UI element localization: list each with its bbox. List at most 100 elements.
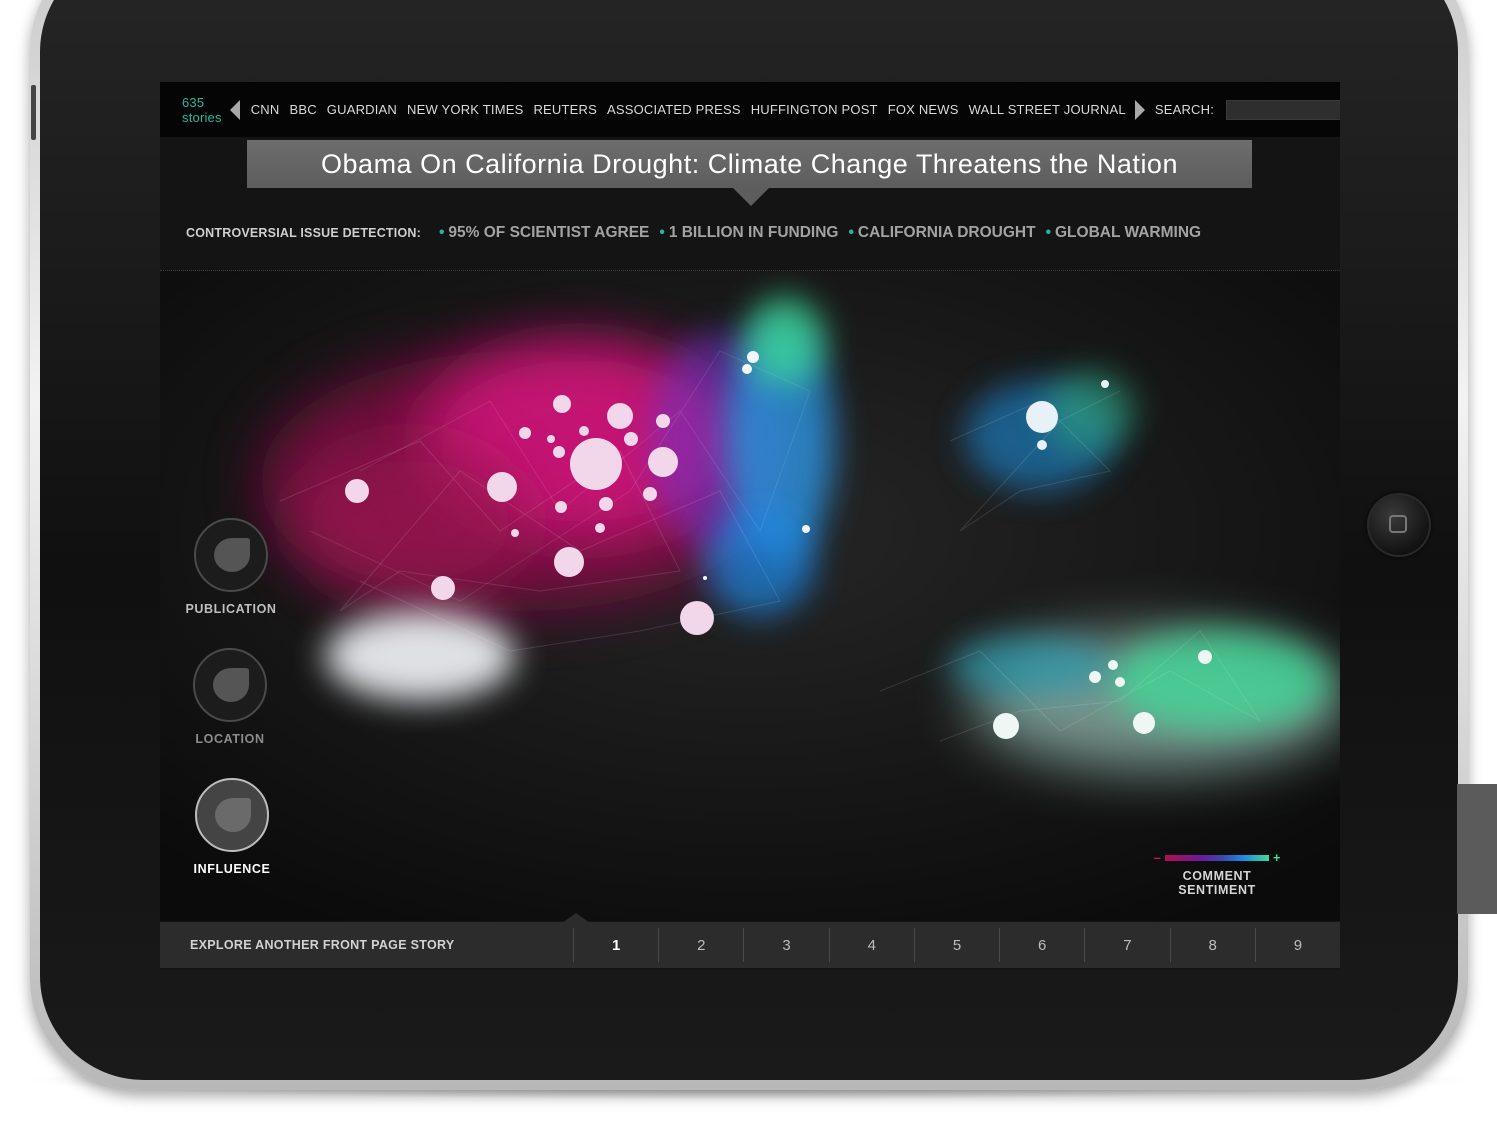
legend-scale: – + bbox=[1142, 850, 1292, 865]
node-circle[interactable] bbox=[802, 525, 810, 533]
issue-tag-label: 1 BILLION IN FUNDING bbox=[668, 224, 839, 241]
node-circle[interactable] bbox=[703, 576, 707, 580]
node-circle[interactable] bbox=[345, 479, 369, 503]
issue-tag[interactable]: • 1 BILLION IN FUNDING bbox=[659, 224, 838, 242]
node-circle[interactable] bbox=[599, 497, 613, 511]
page-9[interactable]: 9 bbox=[1254, 928, 1340, 962]
node-circle[interactable] bbox=[519, 427, 531, 439]
headline-pointer bbox=[733, 188, 769, 206]
bullet-icon: • bbox=[848, 224, 854, 241]
node-circle[interactable] bbox=[624, 432, 638, 446]
app-screen: 635 stories CNN BBC GUARDIAN NEW YORK TI… bbox=[160, 82, 1340, 970]
cloud-blob bbox=[325, 611, 515, 701]
bullet-icon: • bbox=[438, 224, 445, 241]
node-circle[interactable] bbox=[487, 472, 517, 502]
node-circle[interactable] bbox=[553, 446, 565, 458]
filter-label: PUBLICATION bbox=[185, 602, 277, 616]
node-circle[interactable] bbox=[742, 364, 752, 374]
issue-tag[interactable]: • 95% OF SCIENTIST AGREE bbox=[439, 224, 649, 242]
cloud-blob bbox=[290, 441, 530, 601]
node-circle[interactable] bbox=[553, 395, 571, 413]
issue-detection-row: CONTROVERSIAL ISSUE DETECTION: • 95% OF S… bbox=[186, 222, 1211, 244]
page-2[interactable]: 2 bbox=[658, 928, 743, 962]
legend-minus: – bbox=[1153, 850, 1161, 865]
node-circle[interactable] bbox=[579, 426, 589, 436]
node-circle[interactable] bbox=[1026, 401, 1058, 433]
story-pagination-bar: EXPLORE ANOTHER FRONT PAGE STORY 1 2 3 4… bbox=[160, 922, 1340, 968]
node-circle[interactable] bbox=[431, 576, 455, 600]
home-button[interactable] bbox=[1367, 493, 1431, 557]
source-new-york-times[interactable]: NEW YORK TIMES bbox=[407, 102, 523, 117]
location-toggle[interactable] bbox=[193, 648, 267, 722]
sentiment-legend: – + COMMENT SENTIMENT bbox=[1142, 850, 1292, 897]
cloud-blob bbox=[950, 636, 1110, 696]
prev-source-arrow-icon[interactable] bbox=[229, 99, 240, 120]
page-7[interactable]: 7 bbox=[1084, 928, 1169, 962]
node-circle[interactable] bbox=[607, 403, 633, 429]
filter-location[interactable]: LOCATION bbox=[170, 648, 290, 746]
node-circle[interactable] bbox=[747, 351, 759, 363]
node-circle[interactable] bbox=[1198, 650, 1212, 664]
page-8[interactable]: 8 bbox=[1169, 928, 1255, 962]
search-label: SEARCH: bbox=[1154, 102, 1215, 117]
headline-banner: Obama On California Drought: Climate Cha… bbox=[247, 140, 1252, 188]
node-circle[interactable] bbox=[680, 601, 714, 635]
source-bar: 635 stories CNN BBC GUARDIAN NEW YORK TI… bbox=[160, 82, 1340, 137]
drop-icon bbox=[215, 798, 251, 832]
node-circle[interactable] bbox=[993, 713, 1019, 739]
explore-label: EXPLORE ANOTHER FRONT PAGE STORY bbox=[190, 938, 455, 952]
source-fox-news[interactable]: FOX NEWS bbox=[888, 102, 959, 117]
issue-tag-label: CALIFORNIA DROUGHT bbox=[857, 224, 1036, 241]
drop-icon bbox=[213, 668, 249, 702]
source-bbc[interactable]: BBC bbox=[289, 102, 316, 117]
publication-toggle[interactable] bbox=[194, 518, 268, 592]
next-source-arrow-icon[interactable] bbox=[1134, 99, 1145, 120]
node-circle[interactable] bbox=[648, 447, 678, 477]
influence-toggle[interactable] bbox=[195, 778, 269, 852]
node-circle[interactable] bbox=[554, 547, 584, 577]
issue-tag[interactable]: • GLOBAL WARMING bbox=[1046, 224, 1202, 242]
source-reuters[interactable]: REUTERS bbox=[533, 102, 597, 117]
legend-gradient bbox=[1164, 854, 1269, 861]
node-circle[interactable] bbox=[1101, 380, 1109, 388]
filter-publication[interactable]: PUBLICATION bbox=[171, 518, 291, 616]
page-1[interactable]: 1 bbox=[573, 928, 658, 962]
page-4[interactable]: 4 bbox=[828, 928, 914, 962]
filter-influence[interactable]: INFLUENCE bbox=[172, 778, 292, 876]
bullet-icon: • bbox=[1045, 224, 1051, 241]
node-circle[interactable] bbox=[656, 414, 670, 428]
node-circle[interactable] bbox=[570, 438, 622, 490]
side-switch bbox=[31, 85, 36, 140]
node-circle[interactable] bbox=[547, 435, 555, 443]
source-guardian[interactable]: GUARDIAN bbox=[327, 102, 397, 117]
node-circle[interactable] bbox=[1089, 671, 1101, 683]
source-huffington-post[interactable]: HUFFINGTON POST bbox=[751, 102, 878, 117]
source-cnn[interactable]: CNN bbox=[251, 102, 280, 117]
page-3[interactable]: 3 bbox=[743, 928, 828, 962]
node-circle[interactable] bbox=[511, 529, 519, 537]
node-circle[interactable] bbox=[1037, 440, 1047, 450]
search-input[interactable] bbox=[1226, 99, 1340, 120]
cloud-blob bbox=[705, 506, 815, 616]
node-circle[interactable] bbox=[555, 501, 567, 513]
drop-icon bbox=[214, 538, 250, 572]
issue-tag-label: GLOBAL WARMING bbox=[1055, 224, 1202, 241]
page-6[interactable]: 6 bbox=[999, 928, 1084, 962]
node-circle[interactable] bbox=[595, 523, 605, 533]
source-wall-street-journal[interactable]: WALL STREET JOURNAL bbox=[969, 102, 1126, 117]
node-circle[interactable] bbox=[1115, 677, 1125, 687]
legend-label: COMMENT SENTIMENT bbox=[1178, 869, 1256, 897]
cloud-blob bbox=[1045, 371, 1135, 451]
node-circle[interactable] bbox=[643, 487, 657, 501]
source-associated-press[interactable]: ASSOCIATED PRESS bbox=[607, 102, 741, 117]
story-count: 635 stories bbox=[182, 94, 222, 125]
filter-label: LOCATION bbox=[195, 732, 265, 746]
node-circle[interactable] bbox=[1133, 712, 1155, 734]
bullet-icon: • bbox=[659, 224, 665, 241]
page-5[interactable]: 5 bbox=[913, 928, 999, 962]
filter-label: INFLUENCE bbox=[193, 862, 271, 876]
issue-tag-label: 95% OF SCIENTIST AGREE bbox=[448, 224, 650, 241]
node-circle[interactable] bbox=[1108, 660, 1118, 670]
side-tab bbox=[1457, 784, 1497, 914]
issue-tag[interactable]: • CALIFORNIA DROUGHT bbox=[848, 224, 1035, 242]
